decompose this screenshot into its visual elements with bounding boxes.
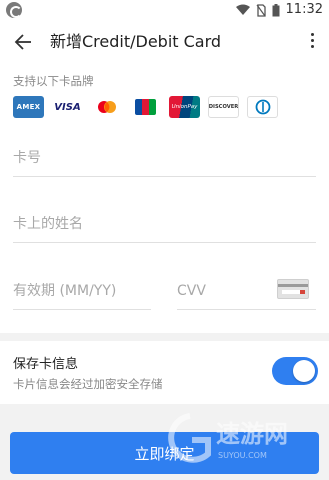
status-indicators: 11:32 <box>235 2 323 18</box>
more-dot-icon <box>310 45 314 48</box>
status-bar: 11:32 <box>0 0 329 20</box>
app-bar: 新增Credit/Debit Card <box>0 22 329 62</box>
cvv-card-icon <box>277 279 309 299</box>
more-options-button[interactable] <box>307 31 317 53</box>
toggle-knob <box>293 360 315 382</box>
battery-icon <box>272 3 280 16</box>
save-card-subtitle: 卡片信息会经过加密安全存储 <box>13 377 163 391</box>
brand-logos: AMEX VISA UnionPay DISCOVER <box>13 96 278 118</box>
app-notification-icon <box>6 2 22 18</box>
amex-logo: AMEX <box>13 96 44 118</box>
expiry-input[interactable] <box>13 283 151 299</box>
unionpay-logo: UnionPay <box>169 96 200 118</box>
diners-logo <box>247 96 278 118</box>
bind-now-button[interactable]: 立即绑定 <box>10 432 319 474</box>
card-name-field[interactable] <box>13 213 316 243</box>
clock: 11:32 <box>285 2 323 17</box>
back-button[interactable] <box>10 30 36 54</box>
save-card-title: 保存卡信息 <box>13 357 79 372</box>
section-divider <box>0 333 329 341</box>
card-number-input[interactable] <box>13 150 316 166</box>
save-card-toggle[interactable] <box>272 357 318 385</box>
arrow-left-icon <box>14 34 31 50</box>
supported-brands-label: 支持以下卡品牌 <box>13 74 94 88</box>
more-dot-icon <box>310 33 314 36</box>
wifi-icon <box>235 4 250 15</box>
more-dot-icon <box>310 39 314 42</box>
card-number-field[interactable] <box>13 147 316 177</box>
no-sim-icon <box>256 3 266 17</box>
visa-logo: VISA <box>52 96 83 118</box>
card-name-input[interactable] <box>13 216 316 232</box>
discover-logo: DISCOVER <box>208 96 239 118</box>
page-title: 新增Credit/Debit Card <box>50 32 222 51</box>
jcb-logo <box>130 96 161 118</box>
cvv-input[interactable] <box>177 283 267 299</box>
mastercard-logo <box>91 96 122 118</box>
expiry-field[interactable] <box>13 280 151 310</box>
